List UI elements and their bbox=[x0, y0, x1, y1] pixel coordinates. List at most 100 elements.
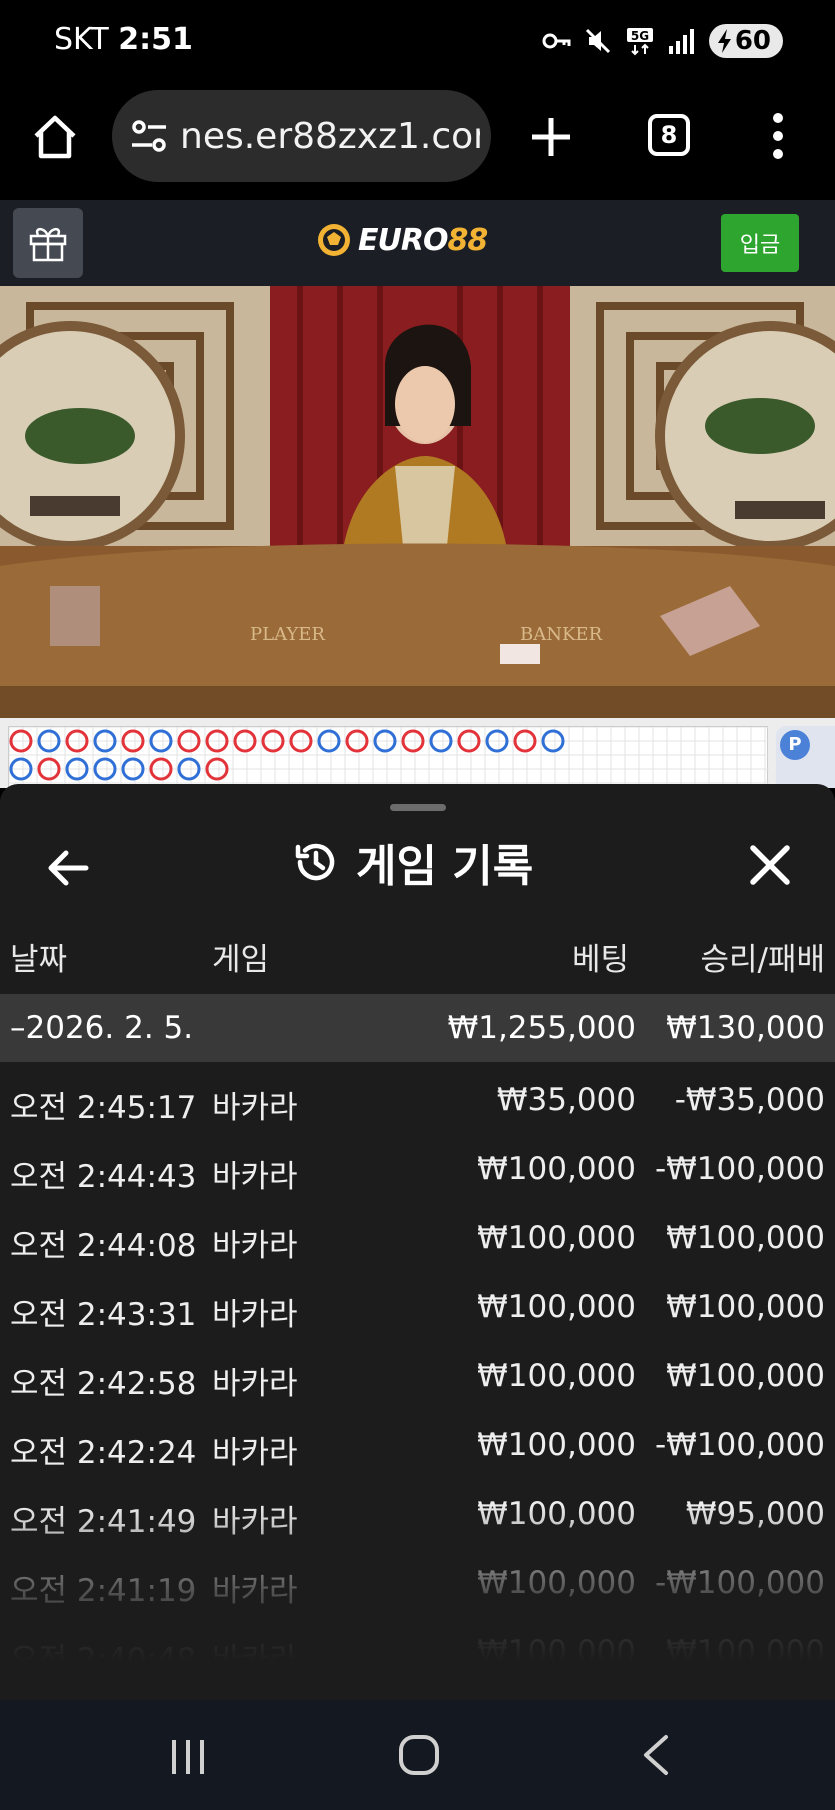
history-row[interactable]: 오전 2:41:19 바카라 ₩100,000 -₩100,000 bbox=[0, 1547, 835, 1616]
browser-toolbar: nes.er88zxz1.com 8 bbox=[0, 84, 835, 200]
site-header: EURO88 입금 bbox=[0, 200, 835, 286]
logo-wordmark: EURO88 bbox=[358, 222, 488, 258]
new-tab-icon[interactable] bbox=[528, 114, 574, 160]
more-menu-icon[interactable] bbox=[768, 112, 788, 160]
signal-icon bbox=[668, 29, 694, 54]
row-time: 오전 2:41:19 bbox=[10, 1573, 197, 1609]
status-carrier-time: SKT 2:51 bbox=[54, 22, 193, 57]
row-game: 바카라 bbox=[212, 1159, 298, 1195]
date-group-winloss-total: ₩130,000 bbox=[666, 1010, 825, 1046]
row-time: 오전 2:45:17 bbox=[10, 1090, 197, 1126]
column-header-date: 날짜 bbox=[10, 942, 68, 978]
history-row[interactable]: 오전 2:43:31 바카라 ₩100,000 ₩100,000 bbox=[0, 1271, 835, 1340]
row-bet: ₩100,000 bbox=[477, 1565, 636, 1601]
video-player-label: PLAYER bbox=[250, 624, 325, 645]
history-row[interactable]: 오전 2:42:58 바카라 ₩100,000 ₩100,000 bbox=[0, 1340, 835, 1409]
battery-indicator: 60 bbox=[708, 24, 783, 58]
row-time: 오전 2:40:48 bbox=[10, 1642, 197, 1678]
row-game: 바카라 bbox=[212, 1435, 298, 1471]
row-game: 바카라 bbox=[212, 1573, 298, 1609]
vpn-key-icon bbox=[542, 33, 571, 49]
history-row[interactable]: 오전 2:41:49 바카라 ₩100,000 ₩95,000 bbox=[0, 1478, 835, 1547]
row-result: ₩95,000 bbox=[685, 1496, 825, 1532]
address-bar[interactable]: nes.er88zxz1.com bbox=[112, 90, 491, 182]
live-dealer-video[interactable]: PLAYER BANKER bbox=[0, 286, 835, 718]
history-row[interactable]: 오전 2:44:43 바카라 ₩100,000 -₩100,000 bbox=[0, 1133, 835, 1202]
drag-handle[interactable] bbox=[390, 804, 446, 811]
row-time: 오전 2:44:43 bbox=[10, 1159, 197, 1195]
date-group-date[interactable]: –2026. 2. 5. bbox=[10, 1010, 193, 1046]
row-bet: ₩100,000 bbox=[477, 1634, 636, 1670]
row-result: -₩100,000 bbox=[654, 1427, 825, 1463]
recent-apps-icon[interactable] bbox=[168, 1738, 208, 1776]
row-time: 오전 2:42:24 bbox=[10, 1435, 197, 1471]
history-row[interactable]: 오전 2:45:17 바카라 ₩35,000 -₩35,000 bbox=[0, 1064, 835, 1133]
row-bet: ₩100,000 bbox=[477, 1496, 636, 1532]
charging-bolt-icon bbox=[717, 29, 731, 53]
status-bar: SKT 2:51 5G 60 bbox=[0, 0, 835, 84]
close-icon[interactable] bbox=[745, 840, 795, 890]
sheet-title: 게임 기록 bbox=[292, 830, 533, 894]
soccer-ball-icon bbox=[318, 224, 350, 256]
carrier-label: SKT bbox=[54, 22, 109, 57]
mute-icon bbox=[585, 28, 610, 54]
clock: 2:51 bbox=[118, 22, 193, 57]
row-result: -₩100,000 bbox=[654, 1151, 825, 1187]
tab-switcher-button[interactable]: 8 bbox=[648, 114, 690, 156]
row-result: -₩100,000 bbox=[654, 1565, 825, 1601]
back-arrow-icon[interactable] bbox=[44, 844, 92, 892]
logo-suffix: 88 bbox=[447, 222, 488, 258]
row-bet: ₩100,000 bbox=[477, 1289, 636, 1325]
home-icon[interactable] bbox=[30, 112, 80, 162]
euro88-logo[interactable]: EURO88 bbox=[316, 222, 488, 258]
bead-road-scoreboard: P bbox=[0, 718, 835, 788]
row-game: 바카라 bbox=[212, 1228, 298, 1264]
network-label: 5G bbox=[631, 29, 649, 43]
date-group-row[interactable]: –2026. 2. 5. ₩1,255,000 ₩130,000 bbox=[0, 994, 835, 1062]
column-header-winloss: 승리/패배 bbox=[700, 942, 825, 978]
gift-icon bbox=[29, 227, 67, 262]
system-navigation-bar bbox=[0, 1700, 835, 1810]
url-text[interactable]: nes.er88zxz1.com bbox=[180, 116, 480, 157]
history-icon bbox=[295, 843, 335, 881]
row-time: 오전 2:42:58 bbox=[10, 1366, 197, 1402]
history-title-text: 게임 기록 bbox=[356, 841, 534, 892]
row-result: ₩100,000 bbox=[666, 1220, 825, 1256]
road-grid bbox=[8, 726, 769, 788]
row-time: 오전 2:44:08 bbox=[10, 1228, 197, 1264]
row-bet: ₩100,000 bbox=[477, 1427, 636, 1463]
promotions-button[interactable] bbox=[13, 208, 83, 278]
network-5g-icon: 5G bbox=[626, 28, 653, 56]
dealer-video-frame: PLAYER BANKER bbox=[0, 286, 835, 718]
history-row[interactable]: 오전 2:40:48 바카라 ₩100,000 ₩100,000 bbox=[0, 1616, 835, 1685]
row-bet: ₩100,000 bbox=[477, 1358, 636, 1394]
deposit-button[interactable]: 입금 bbox=[721, 214, 799, 272]
row-bet: ₩35,000 bbox=[496, 1082, 636, 1118]
history-row[interactable]: 오전 2:42:24 바카라 ₩100,000 -₩100,000 bbox=[0, 1409, 835, 1478]
row-result: ₩100,000 bbox=[666, 1289, 825, 1325]
back-button-icon[interactable] bbox=[638, 1734, 674, 1776]
row-result: ₩100,000 bbox=[666, 1358, 825, 1394]
date-group-bet-total: ₩1,255,000 bbox=[447, 1010, 636, 1046]
row-time: 오전 2:41:49 bbox=[10, 1504, 197, 1540]
home-button-icon[interactable] bbox=[398, 1734, 440, 1776]
row-bet: ₩100,000 bbox=[477, 1151, 636, 1187]
row-result: -₩35,000 bbox=[674, 1082, 825, 1118]
game-history-sheet: 게임 기록 날짜 게임 베팅 승리/패배 –2026. 2. 5. ₩1,255… bbox=[0, 784, 835, 1700]
predict-player-badge[interactable]: P bbox=[780, 730, 810, 760]
status-icons: 5G 60 bbox=[541, 24, 783, 58]
column-header-game: 게임 bbox=[212, 942, 270, 978]
row-time: 오전 2:43:31 bbox=[10, 1297, 197, 1333]
column-header-bet: 베팅 bbox=[571, 942, 629, 978]
road-side-panel[interactable]: P bbox=[776, 726, 835, 788]
history-row[interactable]: 오전 2:44:08 바카라 ₩100,000 ₩100,000 bbox=[0, 1202, 835, 1271]
logo-prefix: EURO bbox=[358, 222, 448, 258]
row-game: 바카라 bbox=[212, 1366, 298, 1402]
row-game: 바카라 bbox=[212, 1090, 298, 1126]
row-game: 바카라 bbox=[212, 1642, 298, 1678]
row-result: ₩100,000 bbox=[666, 1634, 825, 1670]
battery-level: 60 bbox=[734, 26, 771, 56]
row-game: 바카라 bbox=[212, 1297, 298, 1333]
site-settings-icon[interactable] bbox=[130, 118, 170, 154]
row-game: 바카라 bbox=[212, 1504, 298, 1540]
